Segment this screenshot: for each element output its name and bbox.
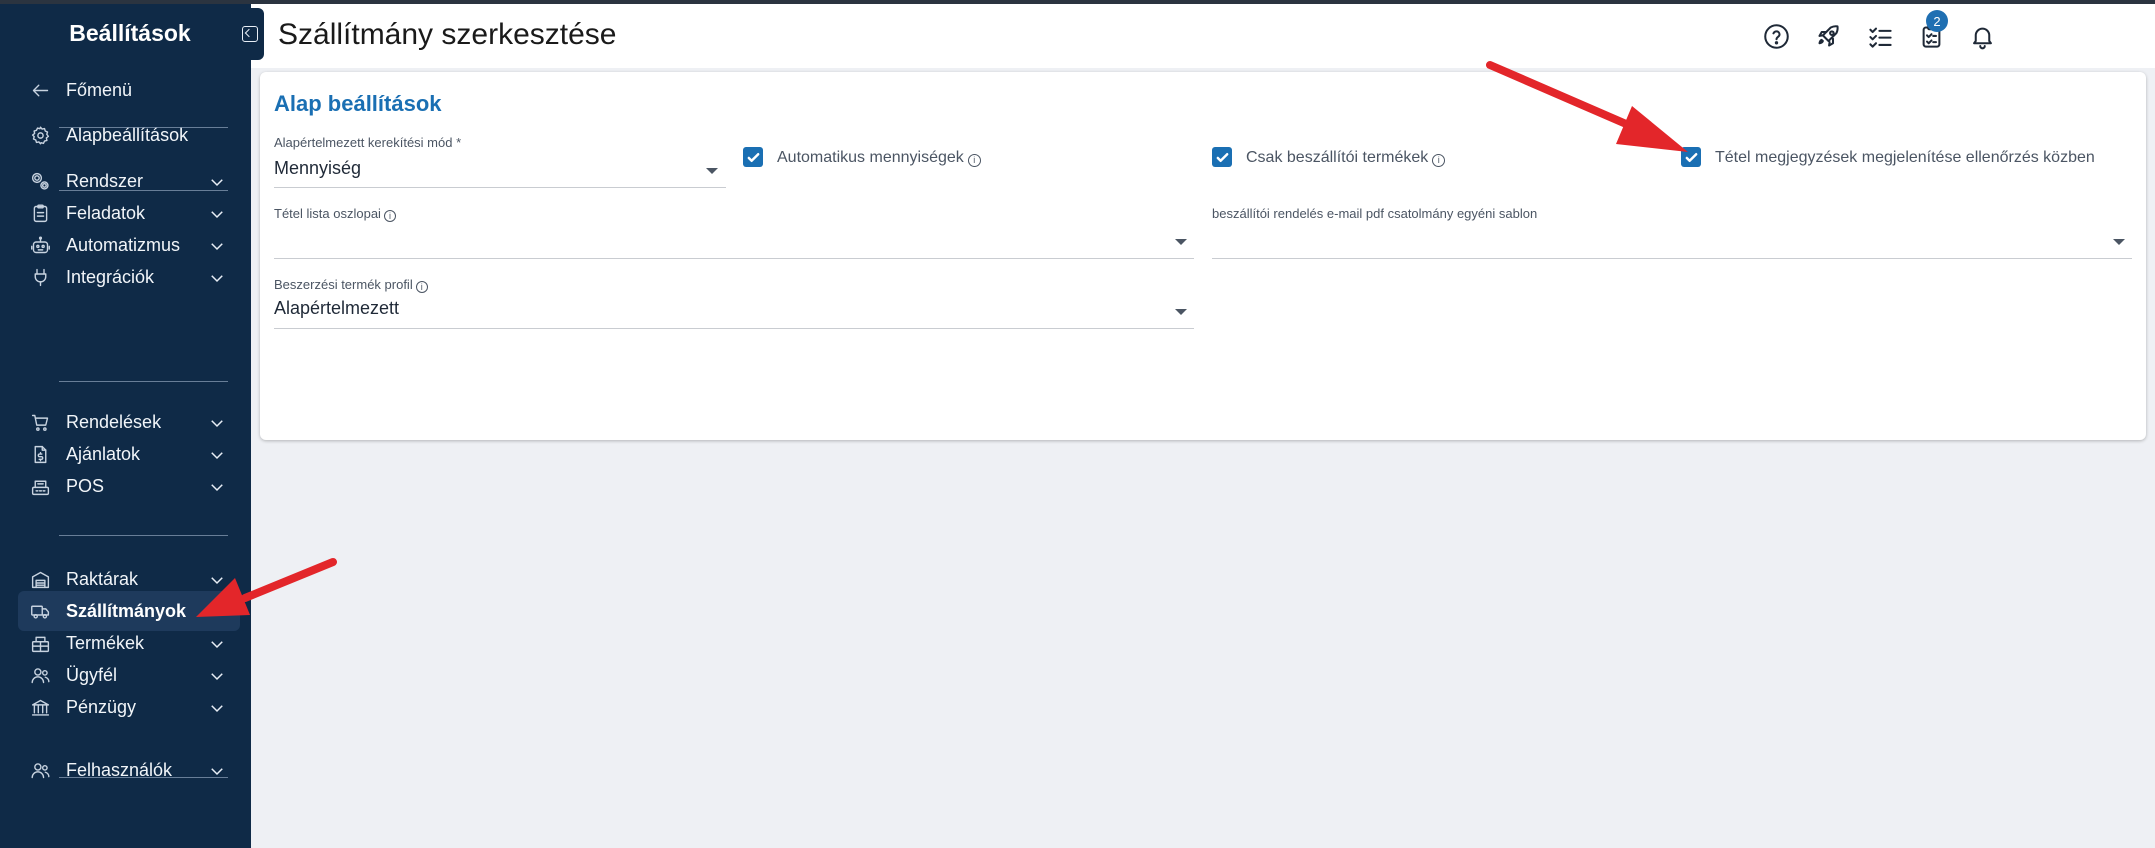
item-list-columns-select[interactable] bbox=[274, 227, 1194, 255]
document-dollar-icon bbox=[28, 442, 52, 466]
sidebar-item-penzugy[interactable]: Pénzügy bbox=[18, 687, 240, 727]
gear-icon bbox=[28, 123, 52, 147]
sidebar-item-label: Raktárak bbox=[66, 568, 139, 589]
auto-quantities-label: Automatikus mennyiségek i bbox=[777, 149, 981, 167]
sidebar-item-label: Pénzügy bbox=[66, 696, 137, 717]
chevron-down-icon[interactable] bbox=[208, 173, 226, 191]
sidebar-divider bbox=[59, 190, 228, 191]
supplier-products-only-text: Csak beszállítói termékek bbox=[1246, 149, 1429, 166]
info-icon[interactable]: i bbox=[967, 154, 981, 167]
box-icon bbox=[28, 631, 52, 655]
auto-quantities-text: Automatikus mennyiségek bbox=[777, 149, 964, 166]
chevron-down-icon[interactable] bbox=[208, 667, 226, 685]
auto-quantities-checkbox[interactable] bbox=[743, 147, 763, 167]
chevron-down-icon[interactable] bbox=[208, 571, 226, 589]
card-title: Alap beállítások bbox=[274, 91, 442, 116]
clipboard-icon bbox=[28, 201, 52, 225]
item-notes-checkbox[interactable] bbox=[1681, 147, 1701, 167]
page-title: Szállítmány szerkesztése bbox=[278, 18, 617, 51]
purchase-profile-select[interactable]: Alapértelmezett bbox=[274, 298, 399, 319]
rounding-mode-caret-icon[interactable] bbox=[706, 168, 718, 174]
sidebar-item-integraciok[interactable]: Integrációk bbox=[18, 257, 240, 297]
item-notes-label: Tétel megjegyzések megjelenítése ellenőr… bbox=[1715, 149, 2095, 166]
email-template-select[interactable] bbox=[1212, 227, 2132, 255]
purchase-profile-caret-icon[interactable] bbox=[1175, 309, 1187, 315]
truck-icon bbox=[28, 599, 52, 623]
rounding-mode-label: Alapértelmezett kerekítési mód * bbox=[274, 135, 462, 150]
rocket-icon[interactable] bbox=[1813, 21, 1843, 51]
item-list-columns-text: Tétel lista oszlopai bbox=[274, 206, 381, 221]
notification-badge: 2 bbox=[1926, 10, 1948, 32]
item-list-columns-caret-icon[interactable] bbox=[1175, 239, 1187, 245]
bank-icon bbox=[28, 695, 52, 719]
plug-icon bbox=[28, 265, 52, 289]
register-icon bbox=[28, 474, 52, 498]
chevron-down-icon[interactable] bbox=[208, 205, 226, 223]
sidebar-item-label: Szállítmányok bbox=[66, 600, 187, 621]
rounding-mode-underline bbox=[274, 187, 726, 188]
sidebar-item-label: Feladatok bbox=[66, 202, 146, 223]
sidebar-item-alapbeallitasok[interactable]: Alapbeállítások bbox=[18, 115, 240, 155]
warehouse-icon bbox=[28, 567, 52, 591]
basic-settings-card: Alap beállítások Alapértelmezett kerekít… bbox=[260, 72, 2146, 440]
cogs-icon bbox=[28, 169, 52, 193]
purchase-profile-label: Beszerzési termék profil i bbox=[274, 277, 428, 293]
sidebar-item-pos[interactable]: POS bbox=[18, 466, 240, 506]
sidebar-item-felhasznalok[interactable]: Felhasználók bbox=[18, 750, 240, 790]
sidebar-divider bbox=[59, 777, 228, 778]
chevron-down-icon[interactable] bbox=[208, 635, 226, 653]
users-icon bbox=[28, 663, 52, 687]
sidebar-item-label: Termékek bbox=[66, 632, 145, 653]
info-icon[interactable]: i bbox=[1432, 154, 1446, 167]
sidebar-item-label: Rendelések bbox=[66, 411, 162, 432]
chevron-down-icon[interactable] bbox=[208, 269, 226, 287]
sidebar-item-fomenu[interactable]: Főmenü bbox=[18, 70, 240, 110]
email-template-underline bbox=[1212, 258, 2132, 259]
arrow-left-icon bbox=[28, 78, 52, 102]
cart-icon bbox=[28, 410, 52, 434]
sidebar-title: Beállítások bbox=[69, 20, 191, 46]
page-header: Szállítmány szerkesztése bbox=[251, 4, 2155, 68]
item-list-columns-underline bbox=[274, 258, 1194, 259]
robot-icon bbox=[28, 233, 52, 257]
rounding-mode-select[interactable]: Mennyiség bbox=[274, 158, 361, 179]
item-list-columns-label: Tétel lista oszlopai i bbox=[274, 206, 396, 222]
sidebar-item-label: Főmenü bbox=[66, 79, 133, 100]
chevron-down-icon[interactable] bbox=[208, 414, 226, 432]
purchase-profile-text: Beszerzési termék profil bbox=[274, 277, 413, 292]
purchase-profile-underline bbox=[274, 328, 1194, 329]
sidebar-divider bbox=[59, 535, 228, 536]
info-icon[interactable]: i bbox=[383, 210, 396, 222]
sidebar-item-label: Ajánlatok bbox=[66, 443, 141, 464]
help-icon[interactable] bbox=[1761, 21, 1791, 51]
checklist-icon[interactable] bbox=[1865, 21, 1895, 51]
email-template-caret-icon[interactable] bbox=[2113, 239, 2125, 245]
sidebar-collapse-button[interactable] bbox=[236, 8, 264, 60]
collapse-left-icon bbox=[242, 26, 258, 42]
chevron-down-icon[interactable] bbox=[208, 446, 226, 464]
sidebar-item-label: POS bbox=[66, 475, 105, 496]
users-icon bbox=[28, 758, 52, 782]
sidebar-item-label: Rendszer bbox=[66, 170, 144, 191]
email-template-label: beszállítói rendelés e-mail pdf csatolmá… bbox=[1212, 206, 1538, 221]
sidebar-item-label: Integrációk bbox=[66, 266, 155, 287]
supplier-products-only-checkbox[interactable] bbox=[1212, 147, 1232, 167]
sidebar-divider bbox=[59, 127, 228, 128]
sidebar-item-label: Automatizmus bbox=[66, 234, 181, 255]
info-icon[interactable]: i bbox=[415, 281, 428, 293]
chevron-down-icon[interactable] bbox=[208, 699, 226, 717]
chevron-down-icon[interactable] bbox=[208, 478, 226, 496]
chevron-down-icon[interactable] bbox=[208, 237, 226, 255]
sidebar-item-label: Ügyfél bbox=[66, 664, 118, 685]
sidebar-divider bbox=[59, 381, 228, 382]
bell-icon[interactable] bbox=[1967, 21, 1997, 51]
supplier-products-only-label: Csak beszállítói termékek i bbox=[1246, 149, 1446, 167]
